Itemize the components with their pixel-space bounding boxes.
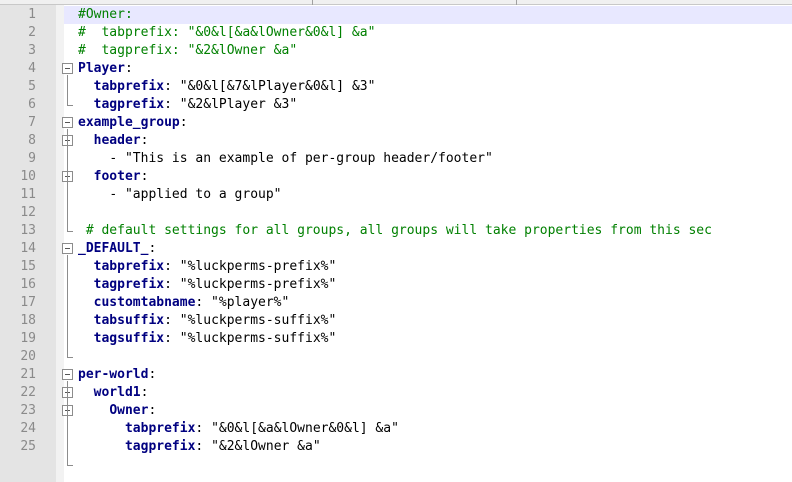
- line-number: 17: [20, 295, 36, 310]
- code-text[interactable]: header:: [78, 132, 149, 150]
- fold-tree-line: [67, 129, 68, 231]
- line-number: 23: [20, 403, 36, 418]
- code-editor[interactable]: 1 #Owner: 2 # tabprefix: "&0&l[&a&lOwner&0&…: [0, 5, 792, 482]
- line-number: 10: [20, 169, 36, 184]
- code-text[interactable]: tagsuffix: "%luckperms-suffix%": [78, 330, 337, 348]
- line-number: 14: [20, 241, 36, 256]
- line-number: 16: [20, 277, 36, 292]
- fold-tree-end: [67, 231, 73, 232]
- fold-toggle-icon[interactable]: [62, 369, 73, 380]
- code-line[interactable]: 16 tagprefix: "%luckperms-prefix%": [0, 276, 792, 294]
- code-text[interactable]: Player:: [78, 60, 133, 78]
- code-text[interactable]: tabsuffix: "%luckperms-suffix%": [78, 312, 337, 330]
- line-number: 13: [20, 223, 36, 238]
- line-number: 6: [28, 97, 36, 112]
- code-line[interactable]: 15 tabprefix: "%luckperms-prefix%": [0, 258, 792, 276]
- code-line[interactable]: 19 tagsuffix: "%luckperms-suffix%": [0, 330, 792, 348]
- fold-tree-line: [67, 75, 68, 105]
- code-line[interactable]: 3 # tagprefix: "&2&lOwner &a": [0, 42, 792, 60]
- code-text[interactable]: - "applied to a group": [78, 186, 281, 204]
- fold-toggle-icon[interactable]: [62, 243, 73, 254]
- code-line[interactable]: 4 Player:: [0, 60, 792, 78]
- code-line[interactable]: 20: [0, 348, 792, 366]
- line-number: 3: [28, 43, 36, 58]
- code-line[interactable]: 23 Owner:: [0, 402, 792, 420]
- fold-tree-end: [67, 357, 73, 358]
- code-text[interactable]: tagprefix: "&2&lPlayer &3": [78, 96, 298, 114]
- code-line[interactable]: 7 example_group:: [0, 114, 792, 132]
- code-text[interactable]: per-world:: [78, 366, 156, 384]
- code-text[interactable]: example_group:: [78, 114, 188, 132]
- code-text[interactable]: tabprefix: "&0&l[&a&lOwner&0&l] &a": [78, 420, 399, 438]
- code-line[interactable]: 12: [0, 204, 792, 222]
- fold-toggle-icon[interactable]: [62, 117, 73, 128]
- line-number: 22: [20, 385, 36, 400]
- code-line[interactable]: 8 header:: [0, 132, 792, 150]
- line-number: 8: [28, 133, 36, 148]
- code-line[interactable]: 14 _DEFAULT_:: [0, 240, 792, 258]
- line-number: 15: [20, 259, 36, 274]
- code-text[interactable]: #Owner:: [78, 6, 133, 24]
- line-number: 12: [20, 205, 36, 220]
- fold-toggle-icon[interactable]: [62, 63, 73, 74]
- code-text[interactable]: tagprefix: "&2&lOwner &a": [78, 438, 321, 456]
- line-number: 4: [28, 61, 36, 76]
- code-text[interactable]: - "This is an example of per-group heade…: [78, 150, 493, 168]
- code-line[interactable]: 17 customtabname: "%player%": [0, 294, 792, 312]
- current-line-highlight: [64, 6, 792, 24]
- code-line[interactable]: 10 footer:: [0, 168, 792, 186]
- code-line[interactable]: 9 - "This is an example of per-group hea…: [0, 150, 792, 168]
- code-text[interactable]: _DEFAULT_:: [78, 240, 156, 258]
- line-number: 21: [20, 367, 36, 382]
- code-line[interactable]: 25 tagprefix: "&2&lOwner &a": [0, 438, 792, 456]
- code-text[interactable]: tabprefix: "%luckperms-prefix%": [78, 258, 337, 276]
- code-text[interactable]: footer:: [78, 168, 149, 186]
- code-text[interactable]: # tagprefix: "&2&lOwner &a": [78, 42, 297, 60]
- code-line[interactable]: 6 tagprefix: "&2&lPlayer &3": [0, 96, 792, 114]
- fold-tree-end: [67, 465, 73, 466]
- line-number: 18: [20, 313, 36, 328]
- code-text[interactable]: # default settings for all groups, all g…: [78, 222, 712, 240]
- line-number: 19: [20, 331, 36, 346]
- line-number: 25: [20, 439, 36, 454]
- code-line[interactable]: 5 tabprefix: "&0&l[&7&lPlayer&0&l] &3": [0, 78, 792, 96]
- fold-tree-end: [67, 105, 73, 106]
- code-text[interactable]: Owner:: [78, 402, 156, 420]
- code-text[interactable]: tagprefix: "%luckperms-prefix%": [78, 276, 337, 294]
- fold-tree-line: [67, 381, 68, 465]
- code-text[interactable]: # tabprefix: "&0&l[&a&lOwner&0&l] &a": [78, 24, 375, 42]
- code-line[interactable]: 18 tabsuffix: "%luckperms-suffix%": [0, 312, 792, 330]
- code-line[interactable]: 13 # default settings for all groups, al…: [0, 222, 792, 240]
- line-number: 24: [20, 421, 36, 436]
- code-line[interactable]: 11 - "applied to a group": [0, 186, 792, 204]
- code-line[interactable]: 2 # tabprefix: "&0&l[&a&lOwner&0&l] &a": [0, 24, 792, 42]
- code-line[interactable]: 1 #Owner:: [0, 6, 792, 24]
- code-text[interactable]: tabprefix: "&0&l[&7&lPlayer&0&l] &3": [78, 78, 376, 96]
- line-number: 1: [28, 7, 36, 22]
- line-number: 9: [28, 151, 36, 166]
- code-line[interactable]: 21 per-world:: [0, 366, 792, 384]
- line-number: 20: [20, 349, 36, 364]
- code-text[interactable]: customtabname: "%player%": [78, 294, 290, 312]
- line-number: 7: [28, 115, 36, 130]
- line-number: 11: [20, 187, 36, 202]
- line-number: 5: [28, 79, 36, 94]
- code-text[interactable]: world1:: [78, 384, 149, 402]
- code-line[interactable]: 24 tabprefix: "&0&l[&a&lOwner&0&l] &a": [0, 420, 792, 438]
- code-line[interactable]: 22 world1:: [0, 384, 792, 402]
- fold-tree-line: [67, 255, 68, 357]
- line-number: 2: [28, 25, 36, 40]
